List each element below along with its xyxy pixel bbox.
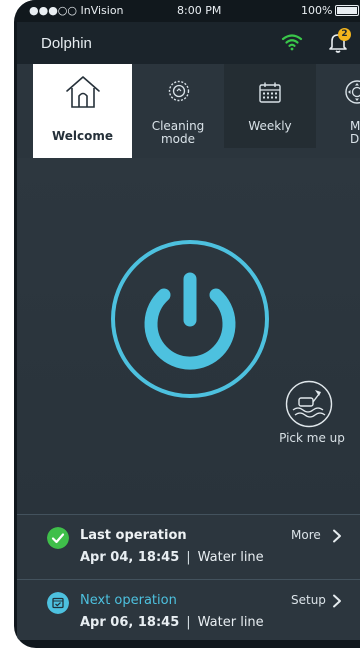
tab-manual-drive-label: Man Dri bbox=[350, 120, 360, 146]
app-bar: Dolphin 2 bbox=[17, 22, 360, 64]
more-link[interactable]: More bbox=[291, 528, 321, 542]
wifi-icon[interactable] bbox=[281, 33, 303, 51]
last-operation-row[interactable]: Last operation Apr 04, 18:45 | Water line … bbox=[17, 514, 360, 577]
next-operation-mode: Water line bbox=[197, 615, 264, 630]
last-operation-mode: Water line bbox=[197, 550, 264, 565]
tab-manual-line2: Dri bbox=[350, 132, 360, 146]
mode-tabs: Welcome Cleaning mode Weekly M D bbox=[17, 64, 360, 158]
phone-frame: ●●●○○ InVision 8:00 PM 100% Dolphin 2 We… bbox=[14, 0, 360, 648]
separator: | bbox=[186, 550, 191, 565]
clock: 8:00 PM bbox=[177, 4, 222, 17]
last-operation-label: Last operation bbox=[80, 528, 187, 543]
tab-cleaning-mode-label: Cleaning mode bbox=[132, 120, 224, 146]
status-bar: ●●●○○ InVision 8:00 PM 100% bbox=[17, 0, 360, 22]
tab-welcome[interactable]: Welcome bbox=[33, 64, 132, 158]
next-operation-row[interactable]: Next operation Apr 06, 18:45 | Water line … bbox=[17, 579, 360, 640]
battery-icon bbox=[335, 5, 359, 16]
cleaning-mode-icon bbox=[168, 80, 190, 102]
separator: | bbox=[186, 615, 191, 630]
chevron-right-icon[interactable] bbox=[332, 529, 342, 543]
tab-weekly[interactable]: Weekly bbox=[224, 64, 316, 148]
next-operation-details: Apr 06, 18:45 | Water line bbox=[80, 615, 264, 630]
last-operation-date: Apr 04, 18:45 bbox=[80, 550, 180, 565]
app-title: Dolphin bbox=[41, 35, 92, 52]
next-operation-label: Next operation bbox=[80, 593, 177, 608]
tab-cleaning-mode[interactable]: Cleaning mode bbox=[132, 64, 224, 148]
tab-weekly-label: Weekly bbox=[248, 119, 292, 133]
home-icon bbox=[66, 76, 100, 108]
app-screen: ●●●○○ InVision 8:00 PM 100% Dolphin 2 We… bbox=[17, 0, 360, 640]
battery-percent: 100% bbox=[301, 4, 333, 17]
power-icon[interactable] bbox=[109, 238, 271, 400]
joystick-icon bbox=[345, 80, 360, 104]
operations-panel: Last operation Apr 04, 18:45 | Water line … bbox=[17, 514, 360, 640]
chevron-right-icon[interactable] bbox=[332, 594, 342, 608]
tab-cleaning-line1: Cleaning bbox=[151, 119, 205, 133]
calendar-icon bbox=[259, 82, 281, 103]
pick-up-icon[interactable] bbox=[285, 380, 333, 428]
pick-up-label[interactable]: Pick me up bbox=[272, 431, 352, 445]
setup-link[interactable]: Setup bbox=[291, 593, 326, 607]
main-panel: Pick me up bbox=[17, 158, 360, 514]
tab-welcome-label: Welcome bbox=[51, 129, 114, 143]
tab-manual-drive[interactable]: Man Dri bbox=[316, 64, 360, 148]
last-operation-details: Apr 04, 18:45 | Water line bbox=[80, 550, 264, 565]
tab-manual-line1: Man bbox=[350, 119, 360, 133]
notification-badge: 2 bbox=[338, 28, 351, 41]
next-operation-date: Apr 06, 18:45 bbox=[80, 615, 180, 630]
check-circle-icon bbox=[47, 527, 69, 549]
tab-cleaning-line2: mode bbox=[160, 132, 196, 146]
scheduled-calendar-icon bbox=[47, 592, 69, 614]
carrier-label: ●●●○○ InVision bbox=[29, 4, 124, 17]
